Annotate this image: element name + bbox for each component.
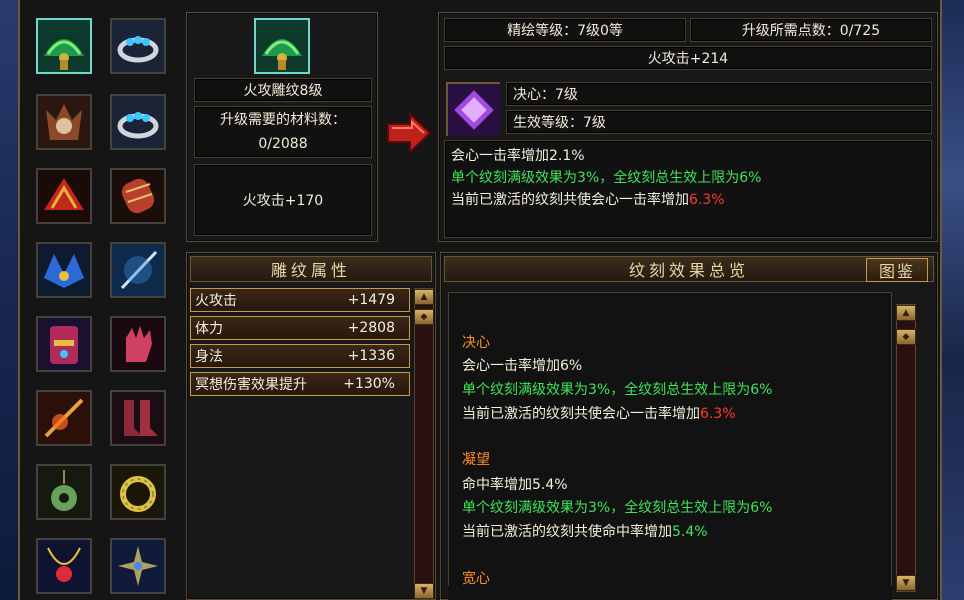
equipment-slot-helm[interactable]	[36, 94, 92, 150]
attribute-row: 体力 +2808	[190, 316, 410, 340]
overview-group-line-2: 单个纹刻满级效果为3%，全纹刻总生效上限为6%	[462, 500, 773, 516]
rune-effect-level: 生效等级：7级	[506, 110, 932, 134]
effect-line-1: 会心一击率增加2.1%	[451, 148, 585, 164]
attribute-value: +1336	[347, 348, 395, 364]
scroll-thumb[interactable]: ◆	[896, 329, 916, 345]
blue-shoulder-icon	[38, 244, 90, 296]
rune-effect-description: 会心一击率增加2.1% 单个纹刻满级效果为3%，全纹刻总生效上限为6% 当前已激…	[444, 140, 932, 238]
rune-slot[interactable]	[446, 82, 500, 136]
beast-helm-icon	[38, 96, 90, 148]
scroll-down-icon[interactable]: ▼	[414, 583, 434, 599]
equipment-slot-necklace[interactable]	[36, 538, 92, 594]
blue-blade-icon	[112, 244, 164, 296]
overview-line-3-prefix: 当前已激活的纹刻共使命中率增加	[462, 524, 672, 540]
current-item-icon-slot[interactable]	[254, 18, 310, 74]
resolve-rune-icon	[448, 84, 500, 136]
attribute-row: 身法 +1336	[190, 344, 410, 368]
current-item-attr: 火攻击+170	[194, 164, 372, 236]
scroll-up-icon[interactable]: ▲	[896, 305, 916, 321]
upgrade-attr: 火攻击+214	[444, 46, 932, 70]
equipment-slot-bracer[interactable]	[110, 168, 166, 224]
jade-pendant-icon	[38, 466, 90, 518]
overview-group-line-3: 当前已激活的纹刻共使命中率增加5.4%	[462, 521, 708, 541]
attributes-title: 雕纹属性	[190, 256, 432, 282]
attribute-name: 体力	[195, 321, 223, 337]
attributes-scrollbar[interactable]: ▲ ◆ ▼	[414, 288, 434, 600]
ruby-necklace-icon	[38, 540, 90, 592]
shuriken-icon	[112, 540, 164, 592]
overview-title: 纹刻效果总览	[444, 256, 934, 282]
effect-line-3-value: 6.3%	[689, 192, 725, 208]
overview-line-3-prefix: 当前已激活的纹刻共使会心一击率增加	[462, 406, 700, 422]
equipment-slot-shoulder[interactable]	[36, 168, 92, 224]
material-requirement: 升级需要的材料数： 0/2088	[194, 106, 372, 158]
attribute-name: 火攻击	[195, 293, 237, 309]
scroll-up-icon[interactable]: ▲	[414, 289, 434, 305]
overview-content	[448, 292, 892, 600]
overview-group-name: 凝望	[462, 452, 490, 468]
background-left	[0, 0, 18, 600]
effect-line-2: 单个纹刻满级效果为3%，全纹刻总生效上限为6%	[451, 170, 762, 186]
overview-line-3-value: 6.3%	[700, 406, 736, 422]
jeweled-ring-icon	[112, 96, 164, 148]
effect-line-3: 当前已激活的纹刻共使会心一击率增加6.3%	[451, 189, 925, 211]
flame-spear-icon	[38, 392, 90, 444]
overview-group-line-1: 命中率增加5.4%	[462, 477, 568, 493]
equipment-slot-blue-shoulder[interactable]	[36, 242, 92, 298]
equipment-slot-peacock-fan[interactable]	[36, 18, 92, 74]
peacock-fan-icon	[38, 20, 90, 72]
peacock-fan-icon	[256, 20, 308, 72]
gold-bangle-icon	[112, 466, 164, 518]
scroll-thumb[interactable]: ◆	[414, 309, 434, 325]
ornate-armor-icon	[38, 318, 90, 370]
upgrade-points: 升级所需点数：0/725	[690, 18, 932, 42]
equipment-slot-shuriken[interactable]	[110, 538, 166, 594]
overview-scrollbar[interactable]: ▲ ◆ ▼	[896, 304, 916, 592]
attribute-value: +2808	[347, 320, 395, 336]
equipment-slot-glove[interactable]	[110, 316, 166, 372]
overview-group-line-3: 当前已激活的纹刻共使会心一击率增加6.3%	[462, 403, 736, 423]
current-item-name: 火攻雕纹8级	[194, 78, 372, 102]
equipment-slot-ring-2[interactable]	[110, 94, 166, 150]
rune-name: 决心：7级	[506, 82, 932, 106]
attribute-name: 身法	[195, 349, 223, 365]
material-value: 0/2088	[258, 136, 308, 152]
equipment-slot-bangle[interactable]	[110, 464, 166, 520]
red-glove-icon	[112, 318, 164, 370]
overview-group-line-1: 会心一击率增加6%	[462, 358, 583, 374]
red-shoulder-icon	[38, 170, 90, 222]
jeweled-ring-icon	[112, 20, 164, 72]
overview-group-line-2: 单个纹刻满级效果为3%，全纹刻总生效上限为6%	[462, 382, 773, 398]
equipment-slot-pendant[interactable]	[36, 464, 92, 520]
overview-group-name: 决心	[462, 335, 490, 351]
equipment-slot-spear[interactable]	[36, 390, 92, 446]
red-bracer-icon	[112, 170, 164, 222]
upgrade-arrow-icon	[387, 112, 432, 154]
overview-clip-mask	[448, 586, 892, 600]
effect-line-3-prefix: 当前已激活的纹刻共使会心一击率增加	[451, 192, 689, 208]
red-boots-icon	[112, 392, 164, 444]
scroll-down-icon[interactable]: ▼	[896, 575, 916, 591]
attribute-value: +1479	[347, 292, 395, 308]
equipment-slot-ring-1[interactable]	[110, 18, 166, 74]
attribute-row: 冥想伤害效果提升 +130%	[190, 372, 410, 396]
material-label: 升级需要的材料数：	[220, 112, 346, 128]
codex-button[interactable]: 图鉴	[866, 258, 928, 282]
attribute-row: 火攻击 +1479	[190, 288, 410, 312]
equipment-slot-weapon[interactable]	[110, 242, 166, 298]
background-right	[942, 0, 964, 600]
attribute-value: +130%	[343, 376, 395, 392]
refine-level: 精绘等级：7级0等	[444, 18, 686, 42]
equipment-slot-boots[interactable]	[110, 390, 166, 446]
overview-line-3-value: 5.4%	[672, 524, 708, 540]
attribute-name: 冥想伤害效果提升	[195, 377, 307, 393]
equipment-slot-armor[interactable]	[36, 316, 92, 372]
